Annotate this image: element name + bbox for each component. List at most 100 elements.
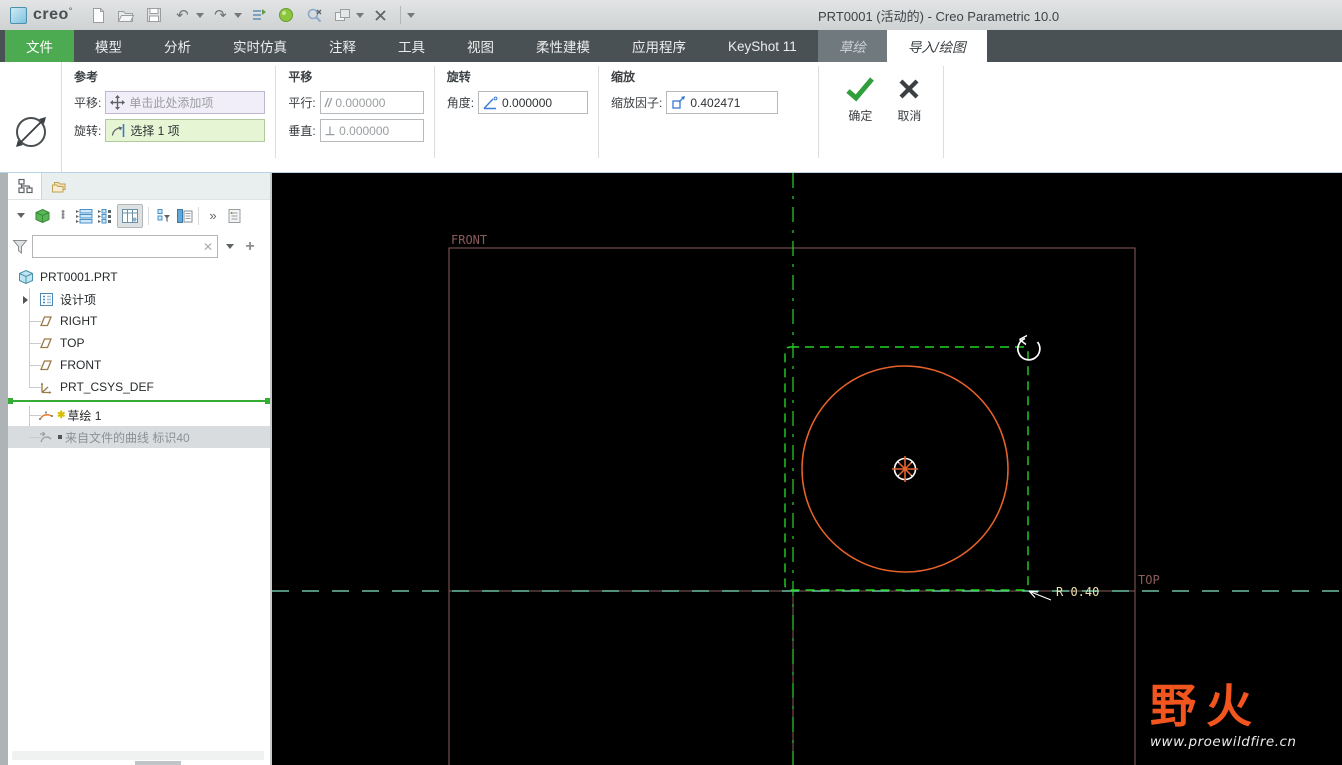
translate-group: 平移 平行: // 0.000000 垂直: ⊥ 0.000000 <box>276 62 433 172</box>
vertical-value: 0.000000 <box>339 123 390 138</box>
perpendicular-icon: ⊥ <box>324 123 336 138</box>
clear-filter-icon[interactable]: ✕ <box>203 240 217 254</box>
confirm-group: 确定 取消 <box>819 62 943 172</box>
creo-logo-trademark: ° <box>68 6 73 16</box>
overflow-chevrons-icon[interactable]: » <box>204 204 222 228</box>
tree-row-top-plane[interactable]: TOP <box>8 332 272 354</box>
scale-factor-label: 缩放因子: <box>611 96 663 110</box>
tree-toolbar: • • • » <box>8 200 272 231</box>
window-edge <box>0 173 8 765</box>
move-rotate-icon <box>15 117 46 147</box>
model-tree-panel: • • • » ✕ + PRT0001.PRT 设计项 RIGHT TOP FR… <box>8 173 272 765</box>
quick-access-toolbar: ↶ ↷ <box>86 4 416 26</box>
angle-input[interactable]: 0.000000 <box>478 91 589 114</box>
translate-collector-label: 平移: <box>74 96 102 110</box>
design-items-icon <box>38 292 54 307</box>
settings-doc-icon[interactable] <box>225 204 243 228</box>
ok-button[interactable]: 确定 <box>845 76 875 172</box>
more-options-kebab-icon[interactable]: • • • <box>54 204 72 228</box>
tab-file[interactable]: 文件 <box>5 30 74 62</box>
tree-row-design-items[interactable]: 设计项 <box>8 288 272 310</box>
tree-row-sketch[interactable]: ✱ 草绘 1 <box>8 404 272 426</box>
regenerate-icon[interactable] <box>246 4 270 26</box>
cancel-button[interactable]: 取消 <box>897 76 921 172</box>
tree-column-settings-icon[interactable] <box>175 204 193 228</box>
tab-sketch[interactable]: 草绘 <box>817 30 887 62</box>
customize-toolbar-icon[interactable] <box>407 12 416 18</box>
graphics-area[interactable]: R 0.40 FRONT TOP 野火 www.proewildfire.cn <box>272 173 1342 765</box>
tab-flexible-modeling[interactable]: 柔性建模 <box>515 30 611 62</box>
tab-live-simulation[interactable]: 实时仿真 <box>212 30 308 62</box>
windows-dropdown-icon[interactable] <box>356 12 365 18</box>
tree-filter-row: ✕ + <box>8 231 272 262</box>
tree-row-front-plane[interactable]: FRONT <box>8 354 272 376</box>
filter-dropdown-icon[interactable] <box>222 244 238 249</box>
undo-icon[interactable]: ↶ <box>170 4 194 26</box>
add-filter-icon[interactable]: + <box>242 238 258 256</box>
find-icon[interactable] <box>302 4 326 26</box>
ribbon-tab-bar: 文件 模型 分析 实时仿真 注释 工具 视图 柔性建模 应用程序 KeyShot… <box>0 30 1342 62</box>
tree-row-label: 来自文件的曲线 标识40 <box>65 430 190 445</box>
undo-dropdown-icon[interactable] <box>196 12 205 18</box>
tree-row-label: 草绘 1 <box>67 408 102 423</box>
windows-icon[interactable] <box>330 4 354 26</box>
tree-filters-icon[interactable] <box>154 204 172 228</box>
tree-columns-toggle-icon[interactable] <box>117 203 143 228</box>
tab-view[interactable]: 视图 <box>446 30 515 62</box>
translate-collector-field[interactable]: 单击此处添加项 <box>105 91 266 114</box>
scale-factor-value: 0.402471 <box>690 95 741 110</box>
save-icon[interactable] <box>142 4 166 26</box>
close-window-icon[interactable] <box>368 4 392 26</box>
move-drag-handle[interactable] <box>892 456 918 482</box>
scale-icon <box>672 96 686 109</box>
front-datum-outline <box>448 247 1136 765</box>
redo-icon[interactable]: ↷ <box>208 4 232 26</box>
top-datum-label: TOP <box>1138 573 1160 587</box>
angle-icon <box>483 96 498 109</box>
tree-options-dropdown-icon[interactable] <box>12 204 30 228</box>
scale-factor-input[interactable]: 0.402471 <box>666 91 779 114</box>
tree-row-label: RIGHT <box>60 314 98 328</box>
rotate-collector-field[interactable]: 选择 1 项 <box>105 119 266 142</box>
tab-import-drawing[interactable]: 导入/绘图 <box>886 30 987 62</box>
parallel-input[interactable]: // 0.000000 <box>319 91 424 114</box>
translate-collector-placeholder: 单击此处添加项 <box>129 96 214 110</box>
wildfire-watermark: 野火 www.proewildfire.cn <box>1150 681 1340 750</box>
tree-row-right-plane[interactable]: RIGHT <box>8 310 272 332</box>
new-file-icon[interactable] <box>86 4 110 26</box>
model-tree-tab[interactable] <box>8 173 42 199</box>
parallel-label: 平行: <box>288 96 316 110</box>
radius-dimension[interactable]: R 0.40 <box>1028 585 1099 601</box>
redo-dropdown-icon[interactable] <box>234 12 243 18</box>
vertical-input[interactable]: ⊥ 0.000000 <box>319 119 424 142</box>
angle-value: 0.000000 <box>502 95 553 110</box>
tree-horizontal-scrollbar[interactable] <box>12 751 264 760</box>
tab-model[interactable]: 模型 <box>74 30 143 62</box>
tree-scrollbar-thumb[interactable] <box>135 761 181 765</box>
expand-all-icon[interactable] <box>75 204 93 228</box>
tab-keyshot[interactable]: KeyShot 11 <box>707 30 818 62</box>
tree-row-part[interactable]: PRT0001.PRT <box>8 266 272 288</box>
tree-filter-input[interactable] <box>33 237 203 256</box>
creo-logo-text: creo <box>33 6 69 23</box>
model-tree: PRT0001.PRT 设计项 RIGHT TOP FRONT PRT_CSYS… <box>8 266 272 448</box>
tree-row-label: 设计项 <box>60 292 97 307</box>
angle-label: 角度: <box>446 96 475 110</box>
tree-row-curve-from-file[interactable]: 来自文件的曲线 标识40 <box>8 426 272 448</box>
tab-analysis[interactable]: 分析 <box>143 30 212 62</box>
regenerate-status-icon[interactable] <box>274 4 298 26</box>
import-move-tool-cell <box>0 62 62 172</box>
show-model-icon[interactable] <box>33 204 51 228</box>
collapse-all-icon[interactable] <box>96 204 114 228</box>
rotate-group-title: 旋转 <box>446 70 471 84</box>
creo-logo: creo° <box>0 6 86 24</box>
tab-applications[interactable]: 应用程序 <box>611 30 707 62</box>
tab-annotate[interactable]: 注释 <box>308 30 377 62</box>
open-file-icon[interactable] <box>114 4 138 26</box>
rotate-axis-icon <box>112 124 125 137</box>
folder-browser-tab[interactable] <box>42 173 76 199</box>
tree-row-csys[interactable]: PRT_CSYS_DEF <box>8 376 272 398</box>
rotate-collector-value: 选择 1 项 <box>130 124 180 138</box>
tab-tools[interactable]: 工具 <box>377 30 446 62</box>
expand-arrow-icon[interactable] <box>23 296 28 304</box>
